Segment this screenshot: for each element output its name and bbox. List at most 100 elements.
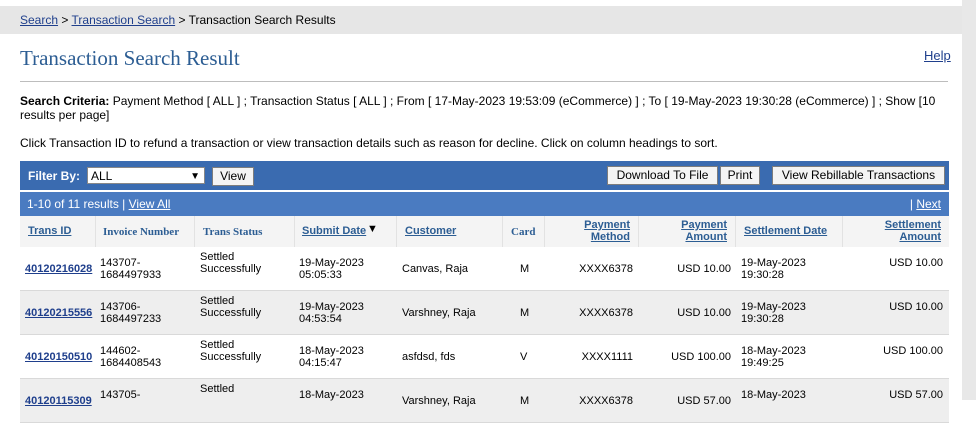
breadcrumb-current: Transaction Search Results <box>188 13 336 27</box>
breadcrumb-search-link[interactable]: Search <box>20 13 58 27</box>
settlement-date-line1: 19-May-2023 <box>741 257 806 269</box>
page-title: Transaction Search Result <box>20 46 240 70</box>
payment-method: XXXX6378 <box>579 263 633 275</box>
settlement-amount: USD 10.00 <box>889 257 943 269</box>
print-button[interactable]: Print <box>720 166 760 185</box>
trans-id-link[interactable]: 40120115309 <box>25 395 92 407</box>
chevron-down-icon: ▼ <box>190 171 200 182</box>
column-payment-amount[interactable]: Payment Amount <box>640 219 727 243</box>
settlement-amount: USD 100.00 <box>883 345 943 357</box>
invoice-number-line1: 143706- <box>100 301 141 313</box>
breadcrumb-transaction-search-link[interactable]: Transaction Search <box>72 13 176 27</box>
column-settlement-amount-line2: Amount <box>899 231 941 243</box>
trans-status-line2: Successfully <box>200 263 262 275</box>
breadcrumb-separator: > <box>61 13 69 27</box>
table-row: 40120216028 143707- 1684497933 Settled Succe… <box>20 247 949 291</box>
submit-date-line2: 05:05:33 <box>299 269 342 281</box>
customer-name: Canvas, Raja <box>402 263 469 275</box>
submit-date-line1: 18-May-2023 <box>299 389 364 401</box>
column-submit-date[interactable]: Submit Date <box>302 225 366 237</box>
search-criteria-text: Payment Method [ ALL ] ; Transaction Sta… <box>20 94 936 122</box>
submit-date-line1: 19-May-2023 <box>299 301 364 313</box>
payment-method: XXXX6378 <box>579 307 633 319</box>
trans-status-line1: Settled <box>200 251 235 263</box>
trans-status-line1: Settled <box>200 339 235 351</box>
download-to-file-button[interactable]: Download To File <box>607 166 718 185</box>
column-invoice-number: Invoice Number <box>103 226 180 238</box>
column-settlement-date[interactable]: Settlement Date <box>744 225 827 237</box>
trans-status-line1: Settled <box>200 295 235 307</box>
submit-date-line2: 04:15:47 <box>299 357 342 369</box>
customer-name: asfdsd, fds <box>402 351 456 363</box>
settlement-date-line2: 19:30:28 <box>741 269 784 281</box>
instructions-text: Click Transaction ID to refund a transac… <box>20 136 718 150</box>
title-divider <box>20 81 948 82</box>
filter-label: Filter By: <box>28 169 81 183</box>
invoice-number-line2: 1684497933 <box>100 269 162 281</box>
trans-id-link[interactable]: 40120215556 <box>25 307 92 319</box>
next-page-link[interactable]: Next <box>916 197 941 211</box>
invoice-number-line2: 1684497233 <box>100 313 162 325</box>
table-row: 40120115309 143705- Settled 18-May-2023 Vars… <box>20 379 949 423</box>
table-row: 40120215556 143706- 1684497233 Settled Succe… <box>20 291 949 335</box>
trans-status-line1: Settled <box>200 383 235 395</box>
column-payment-method[interactable]: Payment Method <box>548 219 630 243</box>
view-button[interactable]: View <box>212 167 254 186</box>
table-header: Trans ID Invoice Number Trans Status Sub… <box>20 216 949 248</box>
search-criteria: Search Criteria: Payment Method [ ALL ] … <box>20 94 950 122</box>
payment-method: XXXX1111 <box>581 351 633 363</box>
settlement-date-line1: 18-May-2023 <box>741 345 806 357</box>
breadcrumb-separator: > <box>178 13 186 27</box>
column-card: Card <box>511 226 536 238</box>
payment-amount: USD 100.00 <box>671 351 731 363</box>
invoice-number-line1: 144602- <box>100 345 141 357</box>
settlement-date-line2: 19:49:25 <box>741 357 784 369</box>
customer-name: Varshney, Raja <box>402 307 476 319</box>
filter-toolbar: Filter By: ALL ▼ View Download To File P… <box>20 161 949 190</box>
submit-date-line2: 04:53:54 <box>299 313 342 325</box>
view-rebillable-transactions-button[interactable]: View Rebillable Transactions <box>772 166 945 185</box>
submit-date-line1: 19-May-2023 <box>299 257 364 269</box>
settlement-amount: USD 10.00 <box>889 301 943 313</box>
trans-id-link[interactable]: 40120150510 <box>25 351 92 363</box>
scroll-gutter <box>962 0 976 400</box>
breadcrumb: Search > Transaction Search > Transactio… <box>20 13 336 27</box>
payment-amount: USD 10.00 <box>677 307 731 319</box>
settlement-amount: USD 57.00 <box>889 389 943 401</box>
sort-desc-icon: ▼ <box>367 223 378 235</box>
pagination-bar: 1-10 of 11 results | View All | Next <box>20 192 949 216</box>
submit-date-line1: 18-May-2023 <box>299 345 364 357</box>
column-settlement-amount[interactable]: Settlement Amount <box>850 219 941 243</box>
column-settlement-amount-line1: Settlement <box>884 219 941 231</box>
invoice-number-line2: 1684408543 <box>100 357 162 369</box>
card-type: M <box>520 263 530 275</box>
column-trans-status: Trans Status <box>203 226 263 238</box>
card-type: V <box>520 351 528 363</box>
invoice-number-line1: 143705- <box>100 389 141 401</box>
pagination-next-group: | Next <box>910 197 941 211</box>
pagination-separator: | <box>909 197 913 211</box>
settlement-date-line1: 19-May-2023 <box>741 301 806 313</box>
payment-amount: USD 10.00 <box>677 263 731 275</box>
card-type: M <box>520 395 530 407</box>
column-trans-id[interactable]: Trans ID <box>28 225 71 237</box>
column-payment-method-line2: Method <box>590 231 630 243</box>
column-payment-amount-line2: Amount <box>685 231 727 243</box>
column-customer[interactable]: Customer <box>405 225 456 237</box>
help-link[interactable]: Help <box>924 48 951 63</box>
customer-name: Varshney, Raja <box>402 395 476 407</box>
trans-status-line2: Successfully <box>200 351 262 363</box>
search-criteria-label: Search Criteria: <box>20 94 110 108</box>
pagination-summary-group: 1-10 of 11 results | View All <box>27 197 170 211</box>
breadcrumb-bar: Search > Transaction Search > Transactio… <box>0 6 962 34</box>
view-all-link[interactable]: View All <box>129 197 171 211</box>
column-payment-amount-line1: Payment <box>681 219 727 231</box>
table-row: 40120150510 144602- 1684408543 Settled Succe… <box>20 335 949 379</box>
pagination-summary: 1-10 of 11 results | <box>27 197 126 211</box>
filter-select[interactable]: ALL ▼ <box>87 167 205 184</box>
card-type: M <box>520 307 530 319</box>
payment-method: XXXX6378 <box>579 395 633 407</box>
trans-id-link[interactable]: 40120216028 <box>25 263 92 275</box>
settlement-date-line2: 19:30:28 <box>741 313 784 325</box>
payment-amount: USD 57.00 <box>677 395 731 407</box>
